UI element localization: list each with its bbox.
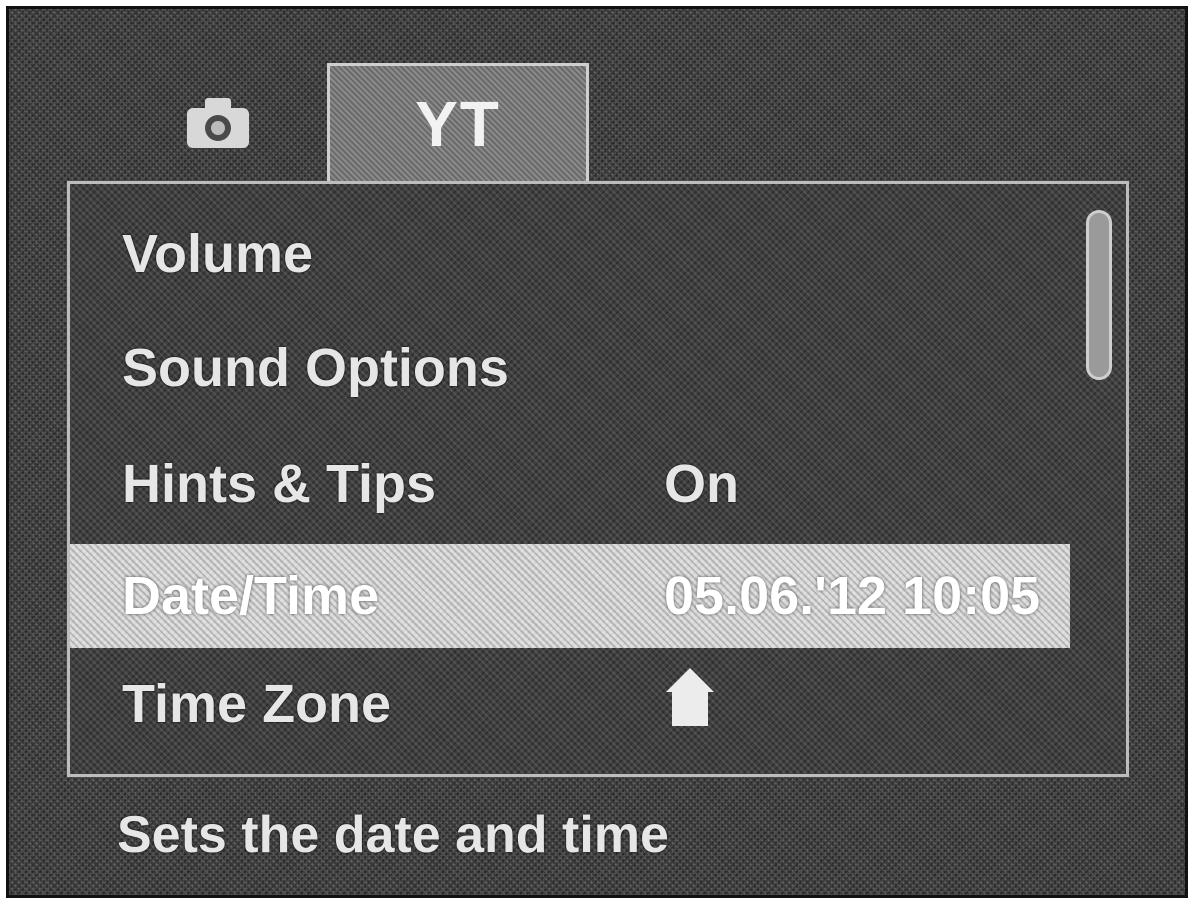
menu-item-label: Hints & Tips <box>122 454 437 514</box>
menu-item-volume[interactable]: Volume <box>70 204 1070 304</box>
menu-scrollbar[interactable] <box>1086 198 1112 758</box>
setup-menu-panel: Volume Sound Options Hints & Tips On Dat… <box>67 181 1129 777</box>
menu-item-sound-options[interactable]: Sound Options <box>70 318 1070 418</box>
menu-item-value: 05.06.'12 10:05 <box>664 566 1041 626</box>
menu-item-label: Sound Options <box>122 338 509 398</box>
menu-item-date-time[interactable]: Date/Time 05.06.'12 10:05 <box>70 544 1070 648</box>
menu-item-label: Date/Time <box>122 566 380 626</box>
home-icon <box>666 667 714 726</box>
menu-item-hints-tips[interactable]: Hints & Tips On <box>70 434 1070 534</box>
scrollbar-thumb[interactable] <box>1086 210 1112 380</box>
menu-item-time-zone[interactable]: Time Zone <box>70 654 1070 754</box>
tab-setup[interactable]: YT <box>327 63 589 181</box>
setup-tools-icon: YT <box>415 87 501 160</box>
camera-icon <box>187 98 249 148</box>
menu-item-value: On <box>664 454 739 514</box>
menu-item-label: Volume <box>122 224 314 284</box>
menu-item-value <box>664 666 716 743</box>
tab-shooting[interactable] <box>159 63 277 181</box>
menu-hint-text: Sets the date and time <box>117 806 669 864</box>
camera-menu-screen: YT Volume Sound Options Hints & Tips On … <box>6 6 1188 898</box>
menu-item-label: Time Zone <box>122 674 392 734</box>
